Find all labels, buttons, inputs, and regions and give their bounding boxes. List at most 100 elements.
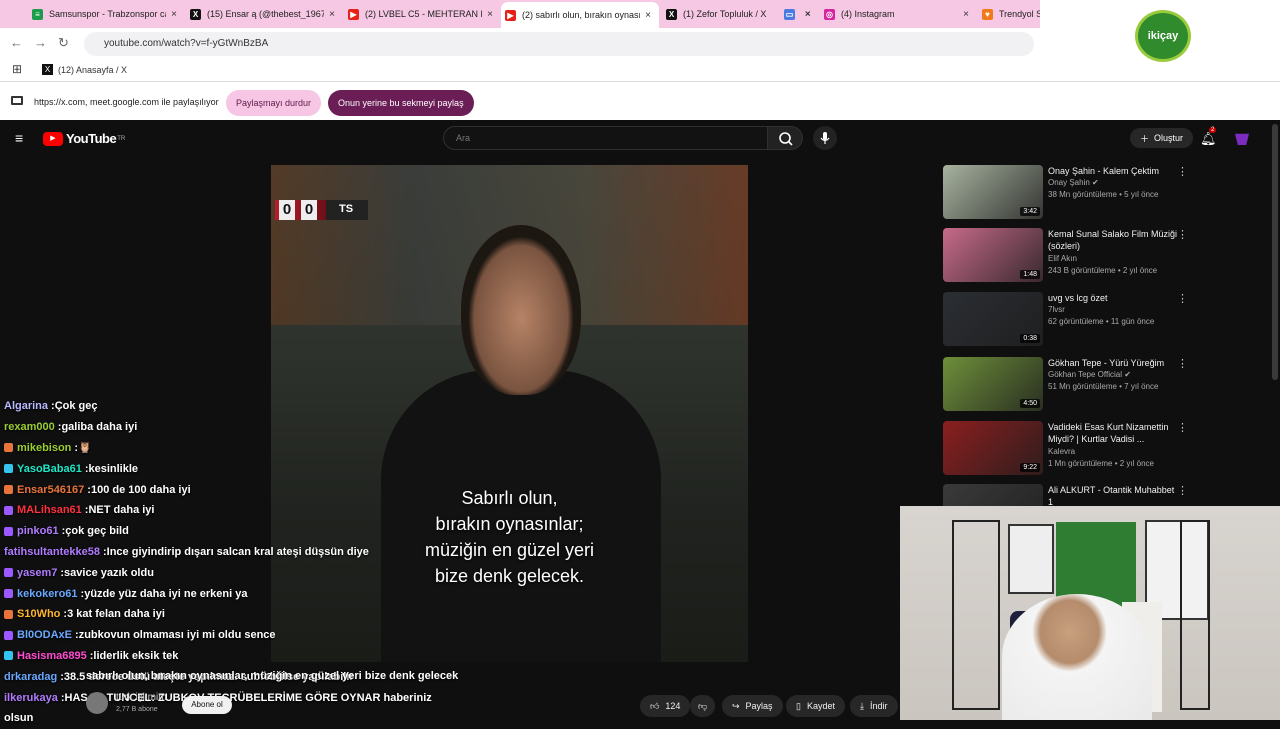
reload-icon[interactable]: ↻ (58, 35, 69, 51)
tab-title: (2) LVBEL C5 - MEHTERAN REMIX (365, 9, 482, 19)
avatar[interactable] (1235, 133, 1249, 145)
x-logo-icon: X (42, 64, 53, 75)
tab-trendyol[interactable]: ♥ Trendyol Sü (978, 4, 1040, 24)
channel-name: Kalevra (1048, 447, 1076, 456)
chat-username[interactable]: ilkerukaya (4, 692, 58, 704)
recommended-video[interactable]: 3:42 Onay Şahin - Kalem Çektim Onay Şahin … (943, 165, 1193, 221)
more-options-icon[interactable]: ⋮ (1177, 421, 1188, 434)
chat-message: pinko61: çok geç bild (0, 521, 470, 542)
tab-x-ensar[interactable]: X (15) Ensar ą (@thebest_1967) / X × (186, 4, 338, 24)
voice-search-button[interactable] (813, 126, 837, 150)
recommended-video[interactable]: 4:50 Gökhan Tepe - Yürü Yüreğim Gökhan Tep… (943, 357, 1193, 413)
video-channel[interactable]: Gökhan Tepe Official ✔ (1048, 370, 1131, 379)
video-title[interactable]: Onay Şahin - Kalem Çektim (1048, 165, 1178, 177)
screen-share-bar: https://x.com, meet.google.com ile payla… (0, 82, 1280, 120)
chat-username[interactable]: pinko61 (17, 525, 59, 537)
video-channel[interactable]: 7lvsr (1048, 305, 1065, 314)
chat-username[interactable]: yasem7 (17, 567, 57, 579)
video-title[interactable]: uvg vs lcg özet (1048, 292, 1178, 304)
thumbs-down-icon: 👎︎ (698, 700, 708, 711)
channel-name[interactable]: türk işi mim (116, 692, 167, 703)
close-tab-icon[interactable]: × (484, 9, 496, 20)
bookmark-item[interactable]: X (12) Anasayfa / X (42, 64, 127, 75)
chat-username[interactable]: mikebison (17, 442, 71, 454)
download-button[interactable]: ⤓ İndir (850, 695, 898, 717)
stop-sharing-button[interactable]: Paylaşmayı durdur (226, 90, 322, 116)
url-field[interactable]: youtube.com/watch?v=f-yGtWnBzBA (84, 32, 1034, 56)
chat-username[interactable]: rexam000 (4, 421, 55, 433)
tab-title: Trendyol Sü (999, 9, 1040, 19)
chat-message: Algarina: Çok geç (0, 396, 470, 417)
tab-youtube-active[interactable]: ▶ (2) sabırlı olun, bırakın oynasınlar × (501, 2, 659, 28)
more-options-icon[interactable]: ⋮ (1177, 357, 1188, 370)
search-button[interactable] (767, 126, 803, 150)
video-title[interactable]: Ali ALKURT - Otantik Muhabbet 1 (1048, 484, 1178, 506)
tab-youtube-lvbel[interactable]: ▶ (2) LVBEL C5 - MEHTERAN REMIX × (344, 4, 496, 24)
recommended-video[interactable]: 1:48 Kemal Sunal Salako Film Müziği (sözl… (943, 228, 1193, 284)
webcam-overlay (900, 506, 1280, 720)
create-button[interactable]: ＋ Oluştur (1130, 128, 1194, 148)
youtube-logo[interactable]: ▶ YouTube TR (43, 131, 125, 146)
chat-username[interactable]: Algarina (4, 400, 48, 412)
chat-username[interactable]: drkaradag (4, 671, 57, 683)
sponsor-overlay: ikiçay (1040, 0, 1280, 71)
chat-username[interactable]: YasoBaba61 (17, 463, 82, 475)
close-tab-icon[interactable]: × (326, 9, 338, 20)
share-this-tab-button[interactable]: Onun yerine bu sekmeyi paylaş (328, 90, 474, 116)
video-thumbnail[interactable] (943, 484, 1043, 506)
share-button[interactable]: ↪ Paylaş (722, 695, 783, 717)
bookmark-icon: ▯ (796, 700, 801, 711)
video-channel[interactable]: Kalevra (1048, 447, 1075, 456)
more-options-icon[interactable]: ⋮ (1177, 165, 1188, 178)
chat-username[interactable]: olsun (4, 712, 33, 724)
video-channel[interactable]: Elif Akın (1048, 254, 1077, 263)
recommended-video[interactable]: 9:22 Vadideki Esas Kurt Nizamettin Miydi?… (943, 421, 1193, 477)
channel-avatar[interactable] (86, 692, 108, 714)
video-thumbnail[interactable]: 9:22 (943, 421, 1043, 475)
chat-badge-icon (4, 464, 13, 474)
close-tab-icon[interactable]: × (168, 9, 180, 20)
tab-samsunspor[interactable]: ≡ Samsunspor - Trabzonspor canlı × (28, 4, 180, 24)
recommended-video[interactable]: 0:38 uvg vs lcg özet 7lvsr 62 görüntüleme •… (943, 292, 1193, 348)
back-icon[interactable]: ← (10, 35, 23, 50)
video-thumbnail[interactable]: 1:48 (943, 228, 1043, 282)
chat-username[interactable]: Hasisma6895 (17, 650, 87, 662)
more-options-icon[interactable]: ⋮ (1177, 484, 1188, 497)
menu-icon[interactable]: ≡ (15, 130, 23, 146)
apps-grid-icon[interactable]: ⊞ (12, 62, 22, 76)
dislike-button[interactable]: 👎︎ (690, 695, 716, 717)
like-button[interactable]: 👍︎ 124 (640, 695, 691, 717)
video-channel[interactable]: Onay Şahin ✔ (1048, 178, 1099, 187)
chat-message: Ensar546167: 100 de 100 daha iyi (0, 479, 470, 500)
trendyol-icon: ♥ (982, 8, 993, 20)
verified-icon: ✔ (1121, 370, 1131, 379)
close-tab-icon[interactable]: × (803, 9, 812, 20)
video-thumbnail[interactable]: 0:38 (943, 292, 1043, 346)
save-button[interactable]: ▯ Kaydet (786, 695, 845, 717)
chat-message: kekokero61: yüzde yüz daha iyi ne erkeni… (0, 583, 470, 604)
chat-username[interactable]: MALihsan61 (17, 504, 82, 516)
forward-icon[interactable]: → (34, 35, 47, 50)
video-title[interactable]: Gökhan Tepe - Yürü Yüreğim (1048, 357, 1178, 369)
tab-title: (4) Instagram (841, 9, 895, 19)
more-options-icon[interactable]: ⋮ (1177, 228, 1188, 241)
close-tab-icon[interactable]: × (960, 9, 972, 20)
recommended-video[interactable]: Ali ALKURT - Otantik Muhabbet 1 ⋮ (943, 484, 1193, 506)
subscribe-button[interactable]: Abone ol (182, 696, 232, 714)
video-thumbnail[interactable]: 3:42 (943, 165, 1043, 219)
chat-username[interactable]: fatihsultantekke58 (4, 546, 100, 558)
close-tab-icon[interactable]: × (642, 10, 654, 21)
chat-username[interactable]: kekokero61 (17, 588, 78, 600)
notifications-button[interactable]: 🔔︎ 2 (1200, 127, 1218, 148)
video-title[interactable]: Vadideki Esas Kurt Nizamettin Miydi? | K… (1048, 421, 1178, 445)
tab-instagram[interactable]: ◎ (4) Instagram × (820, 4, 972, 24)
video-title[interactable]: Kemal Sunal Salako Film Müziği (sözleri) (1048, 228, 1178, 252)
more-options-icon[interactable]: ⋮ (1177, 292, 1188, 305)
chat-username[interactable]: Ensar546167 (17, 484, 84, 496)
tab-meet[interactable]: ▭ × (780, 4, 812, 24)
search-input[interactable]: Ara (443, 126, 768, 150)
video-thumbnail[interactable]: 4:50 (943, 357, 1043, 411)
chat-username[interactable]: Bl0ODAxE (17, 629, 72, 641)
page-scrollbar[interactable] (1272, 124, 1278, 380)
chat-username[interactable]: S10Who (17, 608, 60, 620)
